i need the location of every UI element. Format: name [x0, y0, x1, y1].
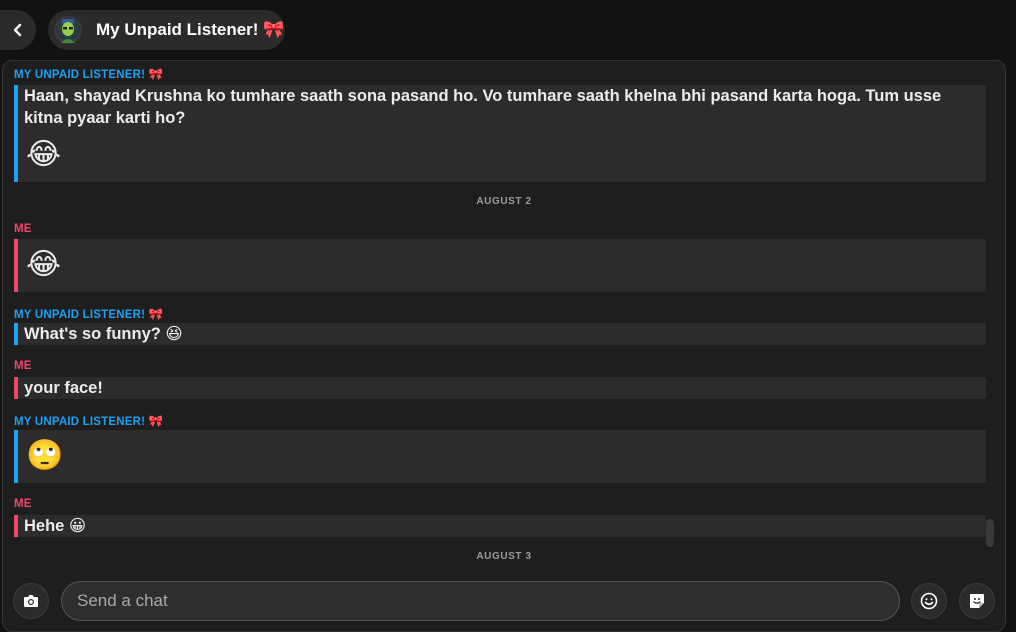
chat-header: My Unpaid Listener! 🎀 [0, 0, 1016, 60]
message-bubble[interactable]: Hehe 😀 [14, 515, 986, 537]
message-emoji: 😂 [26, 247, 62, 282]
message-emoji: 😂 [26, 137, 62, 172]
message-text: What's so funny? 😆 [24, 325, 183, 343]
message-list[interactable]: MY UNPAID LISTENER! 🎀 Haan, shayad Krush… [3, 61, 1005, 571]
chevron-left-icon [13, 23, 22, 37]
camera-icon [24, 595, 38, 607]
bitmoji-avatar-icon [56, 17, 80, 43]
sticker-button[interactable] [959, 583, 995, 619]
chat-panel: MY UNPAID LISTENER! 🎀 Haan, shayad Krush… [2, 60, 1006, 632]
message-bubble[interactable]: Haan, shayad Krushna ko tumhare saath so… [14, 85, 986, 182]
emoji-button[interactable] [911, 583, 947, 619]
smiley-icon [920, 592, 938, 610]
message-text: your face! [24, 379, 103, 397]
sender-label: MY UNPAID LISTENER! 🎀 [14, 69, 164, 81]
message-bubble[interactable]: your face! [14, 377, 986, 399]
scrollbar-thumb[interactable] [986, 519, 994, 547]
message-bubble[interactable]: 🙄 [14, 430, 986, 483]
composer-bar [3, 571, 1005, 631]
back-button[interactable] [0, 10, 36, 50]
message-emoji: 🙄 [26, 438, 64, 473]
chat-title-button[interactable]: My Unpaid Listener! 🎀 [48, 10, 285, 50]
message-bubble[interactable]: 😂 [14, 239, 986, 292]
message-text: Hehe 😀 [24, 517, 87, 535]
message-text: Haan, shayad Krushna ko tumhare saath so… [24, 87, 942, 127]
chat-input[interactable] [61, 581, 900, 621]
date-separator: AUGUST 2 [476, 196, 532, 207]
sender-label: ME [14, 498, 32, 510]
avatar [54, 16, 82, 44]
sender-label: ME [14, 223, 32, 235]
camera-button[interactable] [13, 583, 49, 619]
sender-label: ME [14, 360, 32, 372]
message-bubble[interactable]: What's so funny? 😆 [14, 323, 986, 345]
chat-title: My Unpaid Listener! 🎀 [96, 20, 285, 39]
sender-label: MY UNPAID LISTENER! 🎀 [14, 309, 164, 321]
date-separator: AUGUST 3 [476, 551, 532, 562]
sender-label: MY UNPAID LISTENER! 🎀 [14, 416, 164, 428]
sticker-icon [970, 594, 984, 608]
